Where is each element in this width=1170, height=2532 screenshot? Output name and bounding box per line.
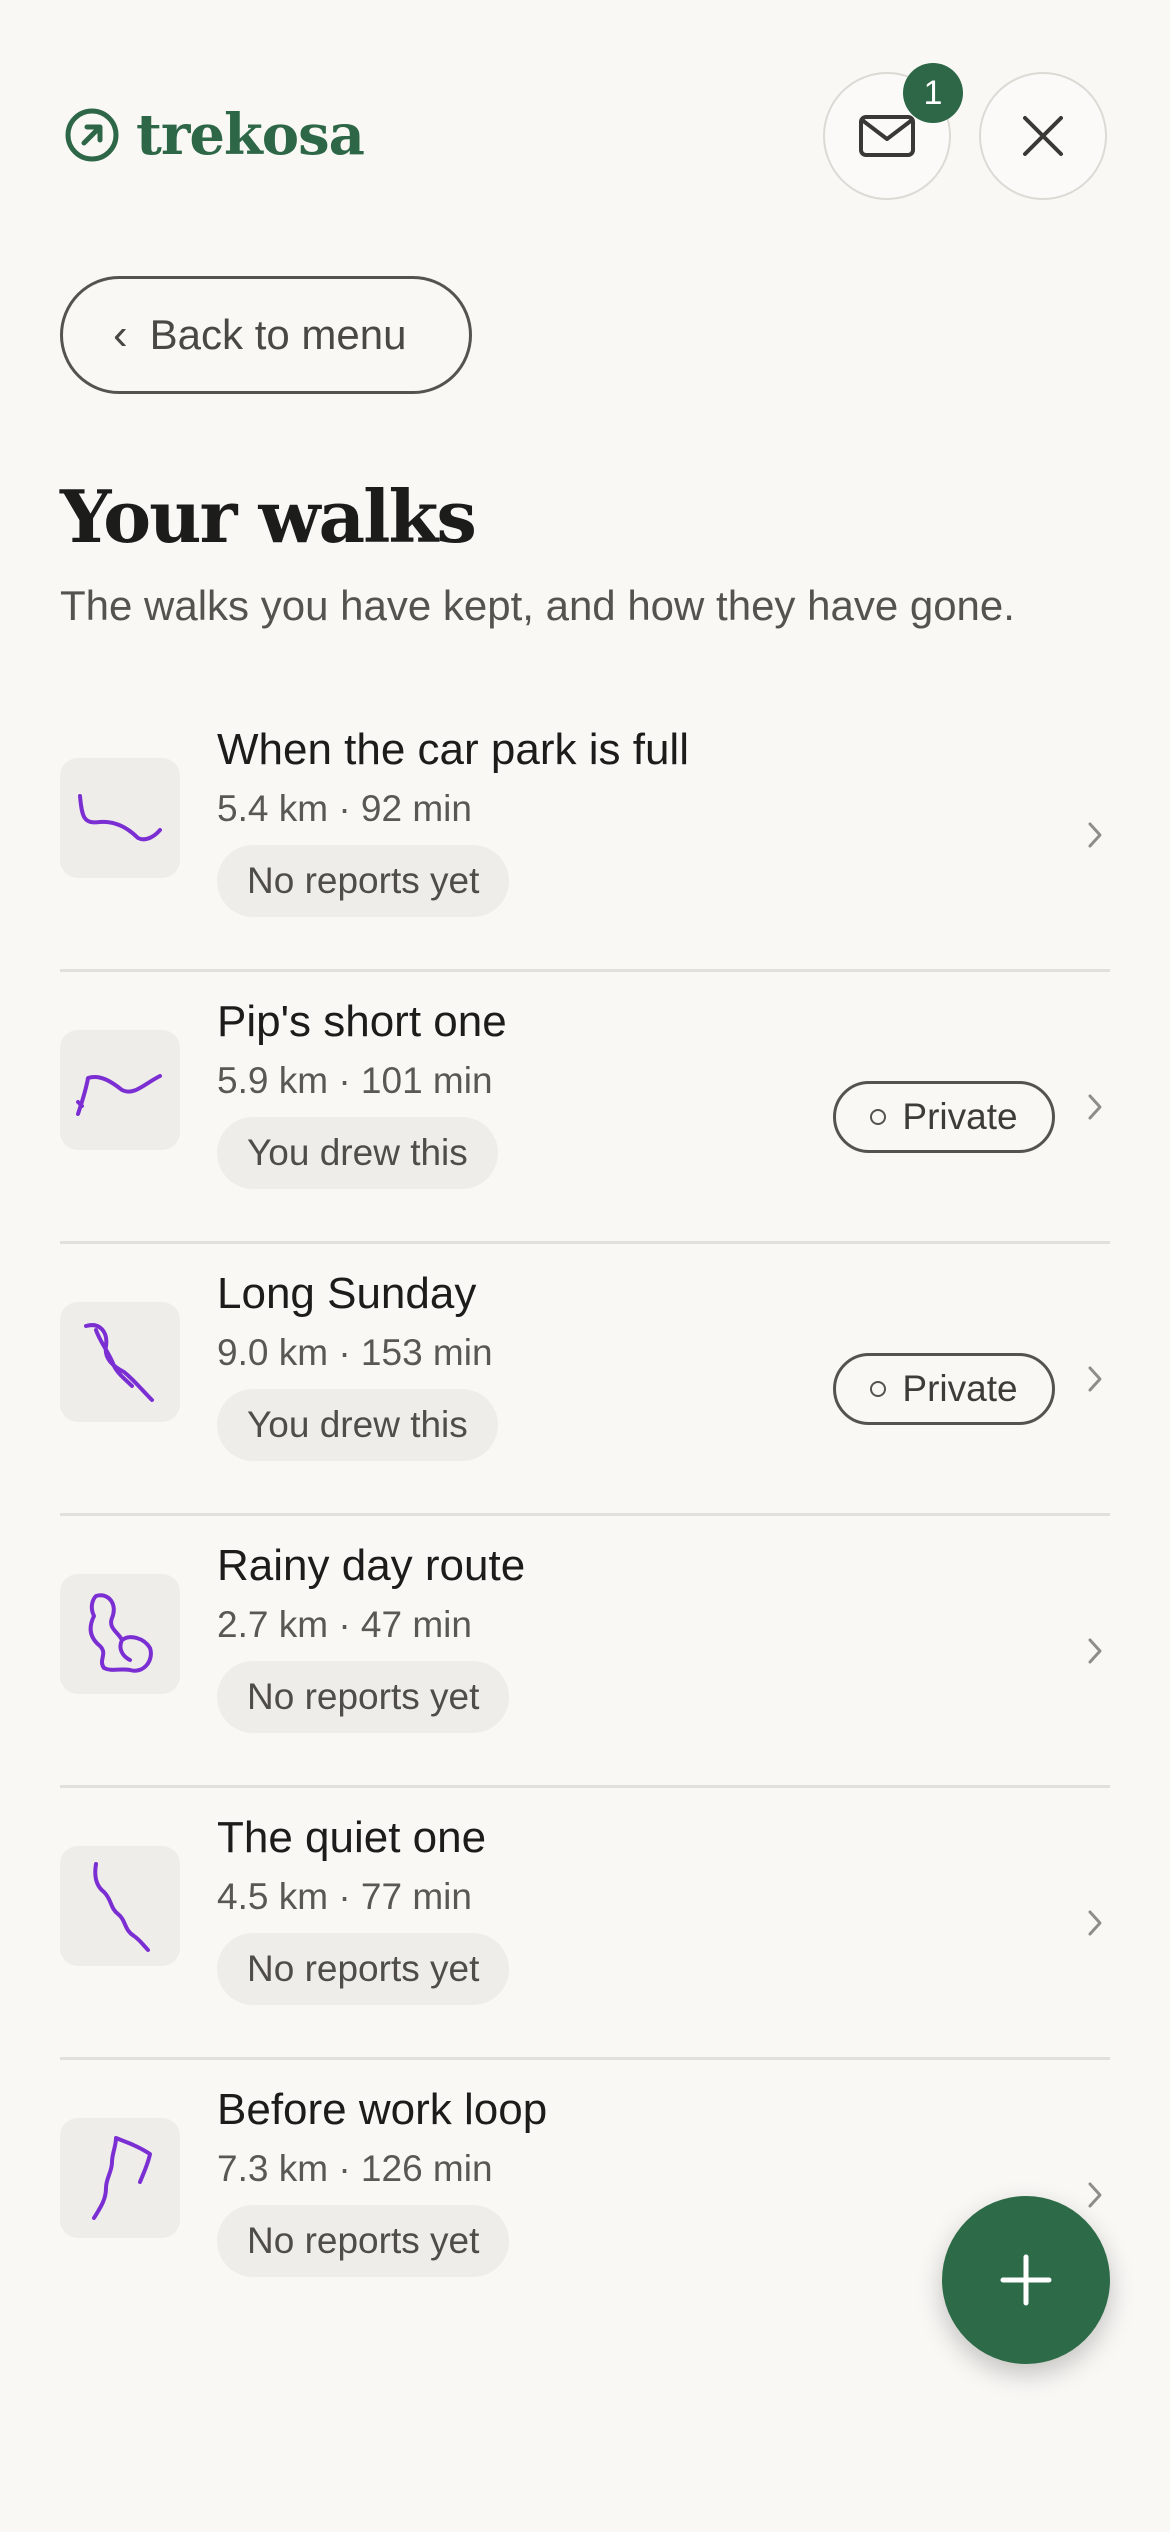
privacy-badge[interactable]: Private (833, 1353, 1055, 1425)
walk-name: Long Sunday (217, 1269, 477, 1318)
back-button-label: Back to menu (149, 311, 407, 358)
walk-status-badge: No reports yet (217, 1661, 510, 1733)
walk-list: When the car park is full 5.4 km · 92 mi… (60, 700, 1110, 2332)
walk-status-badge: No reports yet (217, 2205, 510, 2277)
walk-distance-duration: 5.4 km · 92 min (217, 788, 472, 829)
route-thumbnail (60, 1030, 180, 1150)
walk-status-badge: You drew this (217, 1389, 498, 1461)
walk-distance-duration: 7.3 km · 126 min (217, 2148, 493, 2189)
page-title: Your walks (60, 474, 477, 559)
add-walk-button[interactable] (942, 2196, 1110, 2364)
route-thumbnail (60, 1302, 180, 1422)
walk-status-badge: You drew this (217, 1117, 498, 1189)
plus-icon (1000, 2254, 1052, 2306)
walk-row[interactable]: Long Sunday 9.0 km · 153 min You drew th… (60, 1244, 1110, 1516)
walk-status-badge: No reports yet (217, 845, 510, 917)
walk-name: Rainy day route (217, 1541, 526, 1590)
walk-distance-duration: 4.5 km · 77 min (217, 1876, 472, 1917)
circle-icon (870, 1381, 887, 1397)
chevron-left-icon: ‹ (113, 310, 128, 359)
walk-distance-duration: 9.0 km · 153 min (217, 1332, 493, 1373)
walk-name: The quiet one (217, 1813, 487, 1862)
privacy-label: Private (902, 1096, 1018, 1137)
walk-name: Pip's short one (217, 997, 507, 1046)
walk-name: Before work loop (217, 2085, 548, 2134)
walk-row[interactable]: Rainy day route 2.7 km · 47 min No repor… (60, 1516, 1110, 1788)
chevron-right-icon (1080, 1084, 1110, 1130)
walk-row[interactable]: When the car park is full 5.4 km · 92 mi… (60, 700, 1110, 972)
walk-name: When the car park is full (217, 725, 689, 774)
chevron-right-icon (1080, 1900, 1110, 1946)
route-thumbnail (60, 1574, 180, 1694)
mail-icon (859, 115, 915, 157)
walk-status-badge: No reports yet (217, 1933, 510, 2005)
route-thumbnail (60, 1846, 180, 1966)
close-icon (1023, 116, 1063, 156)
route-thumbnail (60, 758, 180, 878)
close-button[interactable] (979, 72, 1107, 200)
route-thumbnail (60, 2118, 180, 2238)
app-header: trekosa 1 (0, 0, 1170, 280)
walk-distance-duration: 5.9 km · 101 min (217, 1060, 493, 1101)
privacy-label: Private (902, 1368, 1018, 1409)
back-to-menu-button[interactable]: ‹ Back to menu (60, 276, 472, 394)
page-subtitle: The walks you have kept, and how they ha… (60, 582, 1015, 629)
unread-badge: 1 (903, 63, 963, 123)
chevron-right-icon (1080, 812, 1110, 858)
chevron-right-icon (1080, 1628, 1110, 1674)
circle-icon (870, 1109, 887, 1125)
walk-row[interactable]: Pip's short one 5.9 km · 101 min You dre… (60, 972, 1110, 1244)
walk-row[interactable]: The quiet one 4.5 km · 77 min No reports… (60, 1788, 1110, 2060)
chevron-right-icon (1080, 2172, 1110, 2218)
brand-name: trekosa (136, 102, 365, 168)
walk-distance-duration: 2.7 km · 47 min (217, 1604, 472, 1645)
privacy-badge[interactable]: Private (833, 1081, 1055, 1153)
brand-logo[interactable]: trekosa (64, 102, 365, 168)
arrow-up-right-circle-icon (65, 108, 119, 162)
chevron-right-icon (1080, 1356, 1110, 1402)
